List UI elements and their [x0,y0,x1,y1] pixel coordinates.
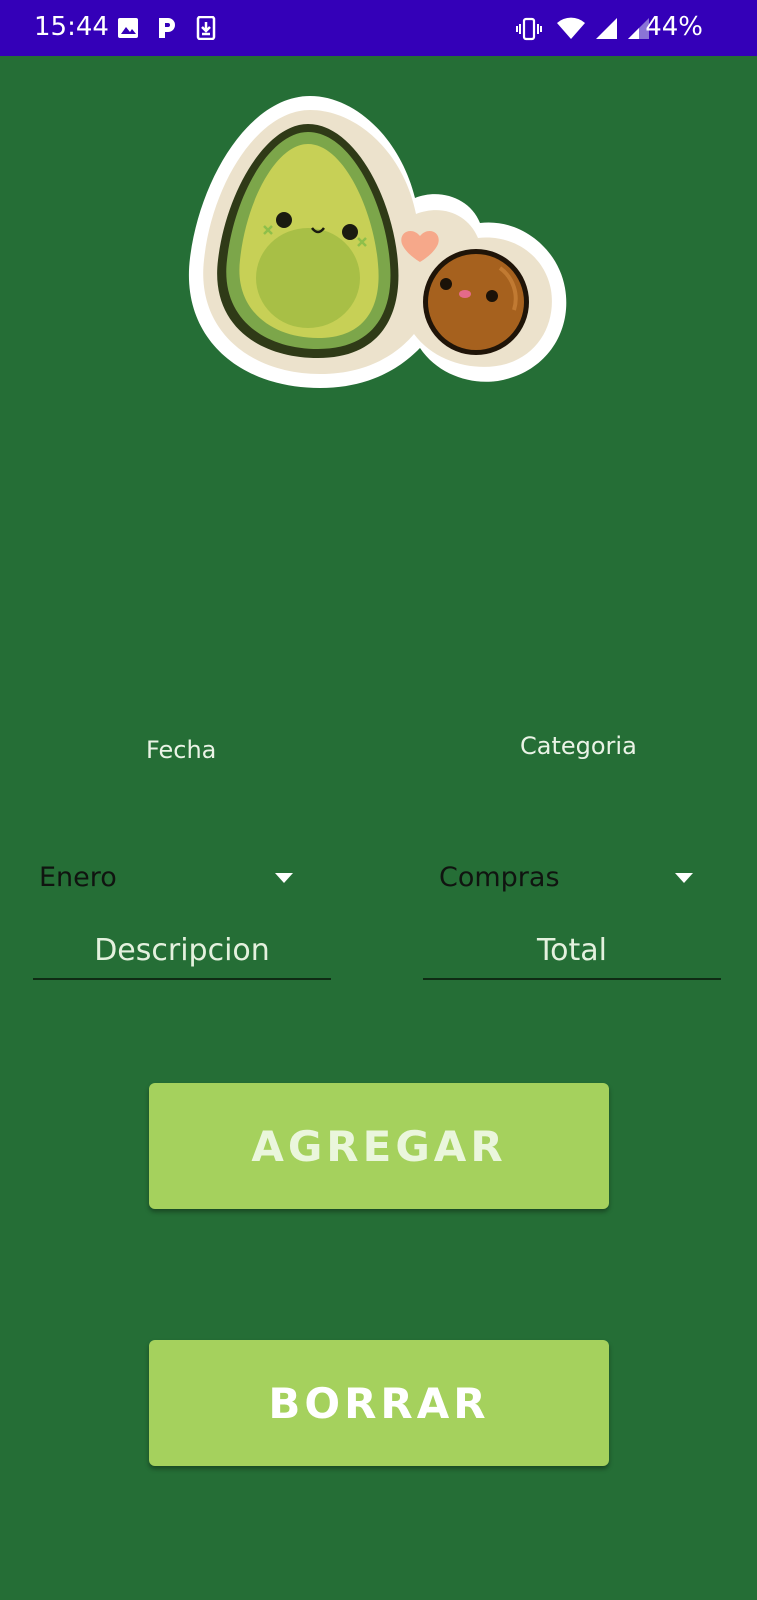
categoria-label: Categoria [520,732,637,760]
category-dropdown[interactable]: Compras [439,856,699,900]
total-field-container [423,928,721,980]
category-dropdown-value: Compras [439,862,560,893]
battery-percentage: 44% [645,12,703,42]
month-dropdown[interactable]: Enero [39,856,299,900]
vibrate-icon [516,16,542,47]
fecha-label: Fecha [146,736,217,764]
month-dropdown-value: Enero [39,862,117,893]
image-icon [116,16,140,45]
descripcion-input[interactable] [33,928,331,972]
avocado-mascot-icon [180,88,580,408]
total-input[interactable] [423,928,721,972]
descripcion-field-container [33,928,331,980]
status-time: 15:44 [34,12,109,42]
dropdown-arrow-icon [675,873,693,883]
dropdown-arrow-icon [275,873,293,883]
download-icon [196,15,216,45]
signal-icon [594,16,618,45]
status-bar: 15:44 44% [0,0,757,56]
wifi-icon [556,16,586,45]
agregar-button[interactable]: AGREGAR [149,1083,609,1209]
borrar-button[interactable]: BORRAR [149,1340,609,1466]
parking-app-icon [156,16,178,45]
